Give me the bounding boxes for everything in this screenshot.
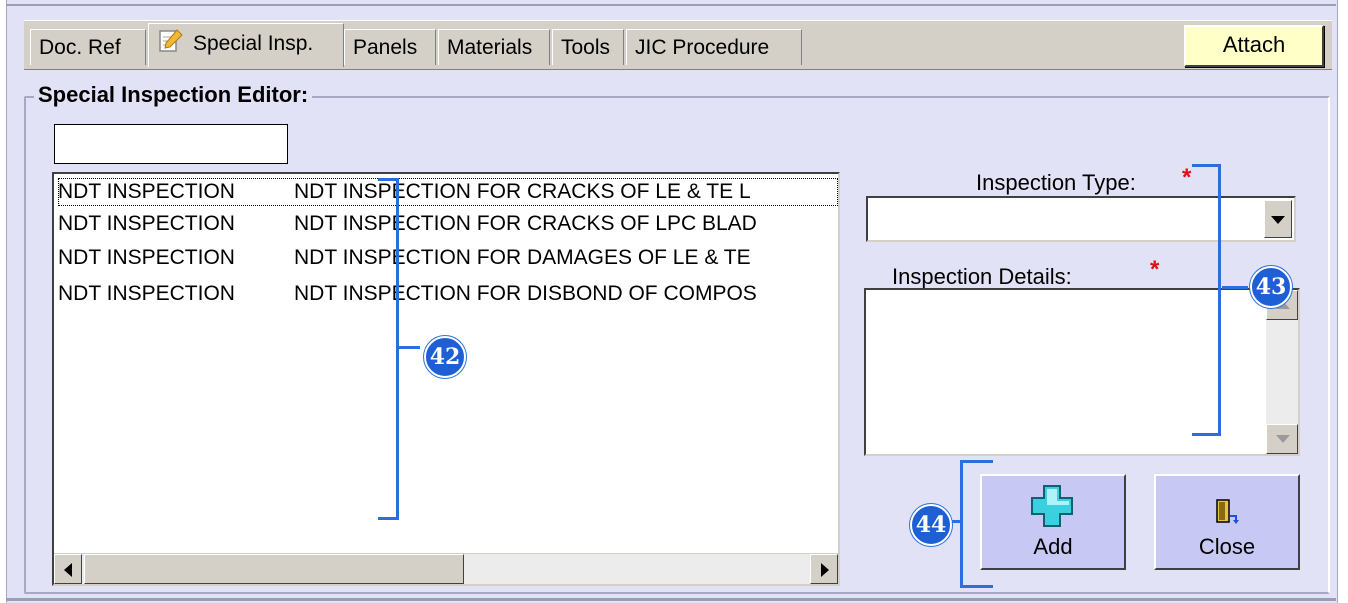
inspection-details-textarea[interactable] xyxy=(864,288,1300,456)
required-mark: * xyxy=(1150,256,1160,283)
tab-panels[interactable]: Panels xyxy=(344,29,436,65)
scroll-down-button[interactable] xyxy=(1266,424,1298,454)
tab-label: Special Insp. xyxy=(193,32,314,55)
list-item-desc: NDT INSPECTION FOR CRACKS OF LPC BLAD xyxy=(294,212,757,235)
list-item[interactable]: NDT INSPECTION NDT INSPECTION FOR DAMAGES… xyxy=(58,244,838,272)
search-input[interactable] xyxy=(54,124,288,164)
dropdown-button[interactable] xyxy=(1264,200,1292,238)
list-item-desc: NDT INSPECTION FOR DAMAGES OF LE & TE xyxy=(294,246,751,269)
tab-materials[interactable]: Materials xyxy=(438,29,550,65)
add-button[interactable]: Add xyxy=(980,474,1126,570)
scroll-right-button[interactable] xyxy=(810,554,838,584)
inspection-type-label: Inspection Type: xyxy=(976,170,1136,195)
arrow-down-icon xyxy=(1276,435,1290,443)
list-item-type: NDT INSPECTION xyxy=(58,212,235,235)
list-item-type: NDT INSPECTION xyxy=(58,282,235,305)
callout-bracket xyxy=(960,460,993,588)
group-title: Special Inspection Editor: xyxy=(34,82,313,108)
inspection-type-select[interactable] xyxy=(866,196,1296,242)
callout-bracket xyxy=(378,178,399,520)
scroll-left-button[interactable] xyxy=(54,554,82,584)
chevron-down-icon xyxy=(1271,216,1285,224)
close-label: Close xyxy=(1198,534,1256,559)
inspection-details-label: Inspection Details: xyxy=(892,264,1072,289)
arrow-left-icon xyxy=(64,563,72,577)
callout-badge-42: 42 xyxy=(424,336,466,378)
list-item[interactable]: NDT INSPECTION NDT INSPECTION FOR CRACKS … xyxy=(58,178,838,206)
add-label: Add xyxy=(1033,534,1073,559)
tab-label: Materials xyxy=(447,36,533,59)
exit-door-icon xyxy=(1216,499,1239,524)
callout-badge-44: 44 xyxy=(910,504,952,546)
tab-label: JIC Procedure xyxy=(635,36,770,59)
scroll-thumb[interactable] xyxy=(84,554,464,584)
bottom-divider xyxy=(6,598,1336,601)
list-item-desc: NDT INSPECTION FOR DISBOND OF COMPOS xyxy=(294,282,757,305)
tab-strip: Doc. Ref Special Insp. Panels Materials … xyxy=(24,20,1332,70)
list-item[interactable]: NDT INSPECTION NDT INSPECTION FOR CRACKS … xyxy=(58,210,838,238)
list-item-desc: NDT INSPECTION FOR CRACKS OF LE & TE L xyxy=(294,180,751,203)
inspection-list[interactable]: NDT INSPECTION NDT INSPECTION FOR CRACKS … xyxy=(52,172,840,586)
notepad-pencil-icon xyxy=(157,28,183,54)
list-item-type: NDT INSPECTION xyxy=(58,180,235,203)
list-item[interactable]: NDT INSPECTION NDT INSPECTION FOR DISBOND… xyxy=(58,280,838,308)
callout-connector xyxy=(1222,286,1248,289)
horizontal-scrollbar[interactable] xyxy=(54,553,838,584)
attach-button[interactable]: Attach xyxy=(1184,25,1324,67)
tab-jic-procedure[interactable]: JIC Procedure xyxy=(626,29,802,65)
vertical-scrollbar[interactable] xyxy=(1266,290,1298,454)
required-mark: * xyxy=(1182,164,1192,191)
tab-doc-ref[interactable]: Doc. Ref xyxy=(30,29,146,65)
callout-connector xyxy=(398,346,420,349)
callout-badge-43: 43 xyxy=(1250,266,1292,308)
tab-label: Doc. Ref xyxy=(39,36,121,59)
top-divider xyxy=(6,4,1336,6)
list-item-type: NDT INSPECTION xyxy=(58,246,235,269)
callout-bracket xyxy=(1192,164,1221,436)
tab-special-insp[interactable]: Special Insp. xyxy=(148,23,344,67)
arrow-right-icon xyxy=(821,563,829,577)
close-button[interactable]: Close xyxy=(1154,474,1300,570)
plus-icon xyxy=(1031,485,1073,527)
tab-label: Tools xyxy=(561,36,611,59)
tab-label: Panels xyxy=(353,36,418,59)
tab-tools[interactable]: Tools xyxy=(552,29,624,65)
